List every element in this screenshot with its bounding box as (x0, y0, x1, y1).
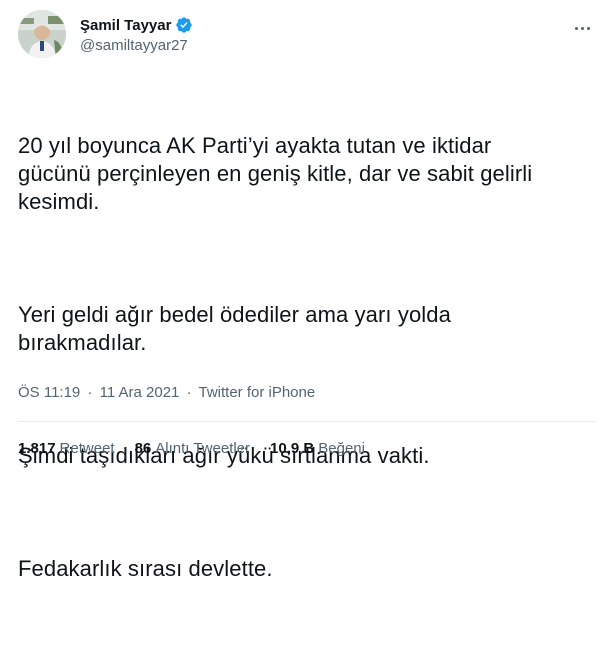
quotes-stat[interactable]: 86 Alıntı Tweetler (135, 440, 250, 457)
quotes-label: Alıntı Tweetler (155, 440, 251, 457)
avatar[interactable] (18, 10, 66, 58)
meta-separator: · (87, 384, 93, 401)
more-options-icon[interactable] (570, 18, 594, 38)
retweets-stat[interactable]: 1.817 Retweet (18, 440, 115, 457)
likes-label: Beğeni (318, 440, 365, 457)
quotes-count: 86 (134, 440, 152, 457)
tweet-text: 20 yıl boyunca AK Parti’yi ayakta tutan … (18, 76, 598, 668)
tweet-header: Şamil Tayyar @samiltayyar27 (18, 10, 598, 60)
name-row: Şamil Tayyar (80, 15, 193, 35)
tweet-stats: 1.817 Retweet 86 Alıntı Tweetler 10,9 B Beğ… (18, 440, 385, 457)
tweet-paragraph: Fedakarlık sırası devlette. (18, 556, 273, 581)
tweet-paragraph: 20 yıl boyunca AK Parti’yi ayakta tutan … (18, 133, 533, 214)
tweet-meta: ÖS 11:19 · 11 Ara 2021 · Twitter for iPh… (18, 384, 315, 401)
tweet-time[interactable]: ÖS 11:19 (18, 384, 80, 401)
retweets-label: Retweet (59, 440, 115, 457)
retweets-count: 1.817 (18, 440, 56, 457)
tweet-card: Şamil Tayyar @samiltayyar27 20 yıl boyun… (0, 0, 614, 581)
display-name[interactable]: Şamil Tayyar (80, 17, 171, 34)
tweet-date[interactable]: 11 Ara 2021 (100, 384, 180, 401)
divider (18, 421, 596, 422)
handle[interactable]: @samiltayyar27 (80, 37, 193, 54)
verified-badge-icon (175, 16, 193, 34)
avatar-image (18, 10, 66, 58)
likes-stat[interactable]: 10,9 B Beğeni (270, 440, 365, 457)
likes-count: 10,9 B (270, 440, 315, 457)
tweet-paragraph: Yeri geldi ağır bedel ödediler ama yarı … (18, 302, 451, 355)
meta-separator: · (186, 384, 192, 401)
author-block: Şamil Tayyar @samiltayyar27 (80, 15, 193, 54)
tweet-source[interactable]: Twitter for iPhone (198, 384, 315, 401)
